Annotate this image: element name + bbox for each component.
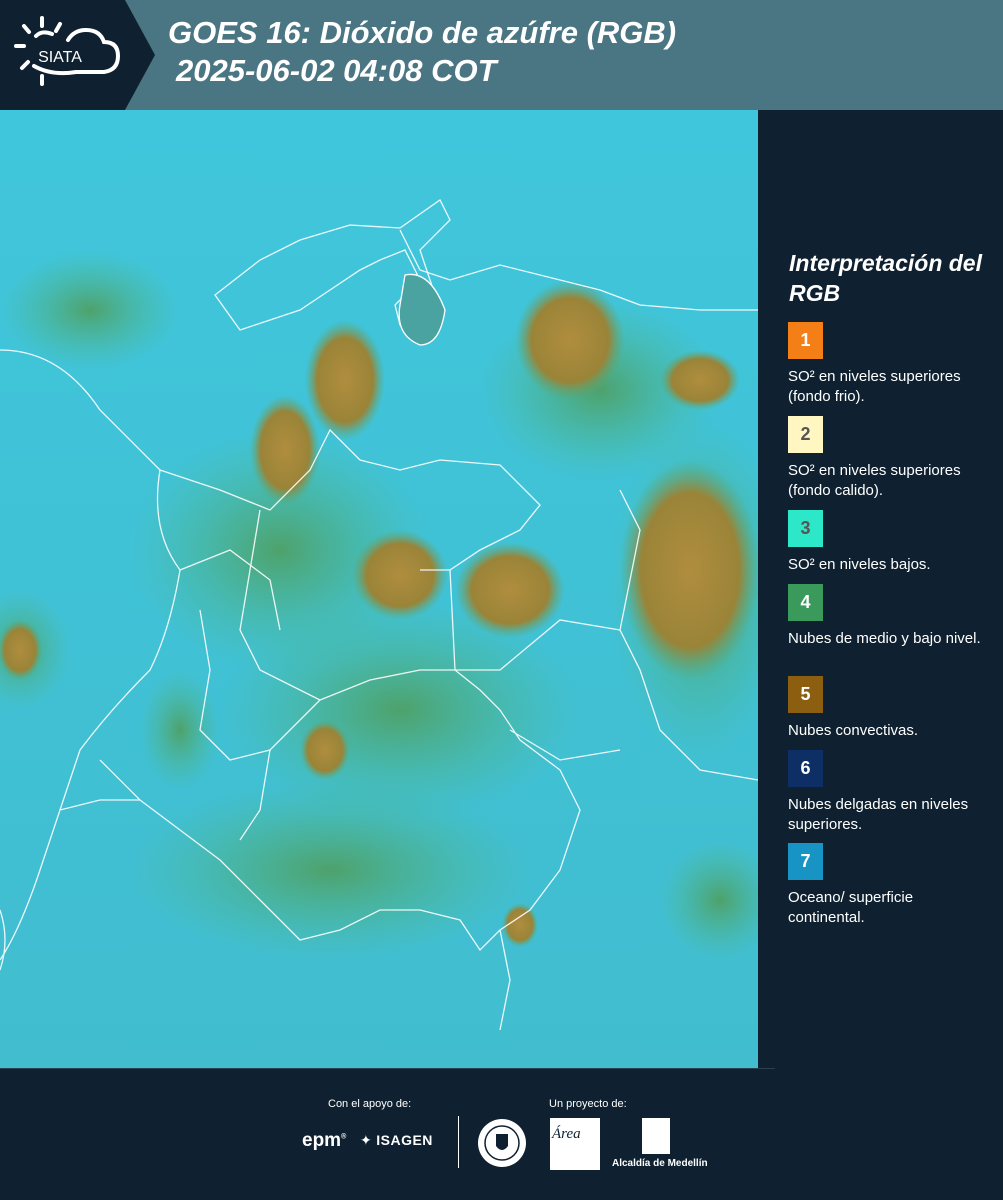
legend-swatch: 3 (788, 510, 823, 547)
legend-item-5: 5 Nubes convectivas. (788, 676, 988, 741)
legend-number: 4 (800, 592, 811, 612)
legend-label: SO² en niveles superiores (fondo calido)… (788, 462, 961, 499)
legend-swatch: 7 (788, 843, 823, 880)
logo-arrow-shape (125, 0, 155, 110)
alcaldia-logo-text[interactable]: Alcaldía de Medellín (612, 1158, 708, 1169)
svg-text:SIATA: SIATA (38, 49, 82, 66)
siata-logo[interactable]: SIATA (0, 0, 125, 110)
title-product: GOES 16: Dióxido de azúfre (RGB) (168, 15, 677, 50)
legend-label: Oceano/ superficie continental. (788, 889, 914, 926)
legend-label: Nubes de medio y bajo nivel. (788, 630, 981, 647)
area-metropolitana-text: Área (552, 1126, 581, 1142)
sun-cloud-icon: SIATA (14, 16, 121, 86)
medellin-seal-icon[interactable] (477, 1118, 527, 1168)
legend-item-2: 2 SO² en niveles superiores (fondo calid… (788, 416, 988, 501)
legend-label: SO² en niveles bajos. (788, 556, 931, 573)
legend-number: 5 (800, 684, 811, 704)
legend-swatch: 2 (788, 416, 823, 453)
title-timestamp: 2025-06-02 04:08 COT (176, 53, 497, 88)
legend-number: 7 (800, 851, 811, 871)
legend-label: SO² en niveles superiores (fondo frio). (788, 368, 961, 405)
isagen-text: ISAGEN (376, 1132, 433, 1148)
satellite-image (0, 110, 758, 1070)
legend-swatch: 4 (788, 584, 823, 621)
legend-label: Nubes delgadas en niveles superiores. (788, 796, 969, 833)
legend-number: 1 (800, 330, 811, 350)
legend-swatch: 5 (788, 676, 823, 713)
legend-item-3: 3 SO² en niveles bajos. (788, 510, 988, 575)
isagen-logo[interactable]: ✦ ISAGEN (360, 1132, 433, 1149)
legend-title: Interpretación del RGB (789, 250, 982, 306)
project-label: Un proyecto de: (549, 1098, 627, 1110)
legend-item-6: 6 Nubes delgadas en niveles superiores. (788, 750, 988, 835)
satellite-map[interactable] (0, 110, 758, 1070)
legend-item-4: 4 Nubes de medio y bajo nivel. (788, 584, 988, 649)
legend-swatch: 1 (788, 322, 823, 359)
footer: Con el apoyo de: Un proyecto de: epm® ✦ I… (0, 1068, 1003, 1200)
epm-text: epm (302, 1130, 342, 1151)
legend-swatch: 6 (788, 750, 823, 787)
epm-logo[interactable]: epm® (302, 1130, 346, 1152)
legend-number: 6 (800, 758, 811, 778)
legend-item-1: 1 SO² en niveles superiores (fondo frio)… (788, 322, 988, 407)
support-label: Con el apoyo de: (328, 1098, 412, 1110)
rgb-legend-panel: Interpretación del RGB 1 SO² en niveles … (760, 110, 1003, 1068)
header-bar: SIATA GOES 16: Dióxido de azúfre (RGB) 2… (0, 0, 1003, 110)
isagen-star-icon: ✦ (360, 1132, 373, 1148)
legend-number: 2 (800, 424, 811, 444)
page-title: GOES 16: Dióxido de azúfre (RGB) 2025-06… (168, 14, 676, 90)
legend-label: Nubes convectivas. (788, 722, 919, 739)
alcaldia-crest-icon (642, 1118, 670, 1154)
footer-divider-line (0, 1068, 775, 1069)
legend-item-7: 7 Oceano/ superficie continental. (788, 843, 988, 928)
legend-number: 3 (800, 518, 811, 538)
footer-vertical-divider (458, 1116, 459, 1168)
